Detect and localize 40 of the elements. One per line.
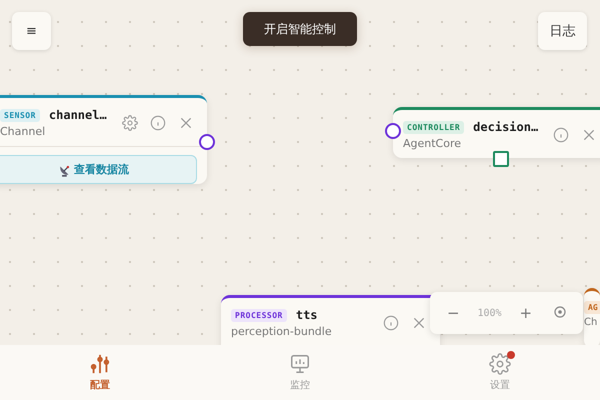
node-type-tag: PROCESSOR (231, 308, 287, 322)
nav-tab[interactable]: 配置 (0, 345, 200, 400)
node-subtitle: perception-bundle (231, 325, 333, 338)
close-icon (581, 127, 597, 143)
node-card[interactable]: PROCESSOR tts perception-bundle (221, 295, 440, 345)
node-subtitle: Ch (584, 317, 598, 328)
info-icon (150, 115, 166, 131)
output-port[interactable] (493, 151, 509, 167)
node-title: decision… (473, 120, 538, 134)
nav-tab[interactable]: 监控 (200, 345, 400, 400)
node-title: tts (296, 308, 318, 322)
node-type-tag: CONTROLLER (403, 120, 464, 134)
info-icon (553, 127, 569, 143)
settings-button[interactable] (119, 112, 141, 134)
node-card[interactable]: CONTROLLER decision… AgentCore (393, 107, 600, 158)
view-data-stream-button[interactable]: 查看数据流 (0, 155, 197, 184)
node-card[interactable]: AG Ch (584, 288, 600, 345)
zoom-out-button[interactable]: − (442, 304, 464, 322)
output-port[interactable] (199, 134, 215, 150)
settings-icon (489, 353, 511, 375)
close-icon (411, 315, 427, 331)
node-title: channel… (48, 108, 107, 122)
zoom-level: 100% (477, 308, 502, 318)
node-subtitle: AgentCore (403, 137, 462, 150)
node-type-tag: AG (584, 301, 600, 314)
input-port[interactable] (385, 123, 401, 139)
node-subtitle: Channel (0, 125, 46, 138)
target-icon (554, 306, 566, 318)
enable-smart-control-button[interactable]: 开启智能控制 (243, 12, 357, 46)
log-button[interactable]: 日志 (538, 12, 587, 50)
zoom-in-button[interactable]: + (516, 304, 536, 322)
info-icon (383, 315, 399, 331)
close-icon (178, 115, 194, 131)
settings-icon (122, 115, 138, 131)
menu-button[interactable]: ≡ (12, 12, 51, 50)
nav-tab[interactable]: 设置 (400, 345, 600, 400)
node-type-tag: SENSOR (0, 108, 40, 122)
node-card[interactable]: SENSOR channel… Channel 查看数据流 (0, 95, 207, 184)
sliders-icon (89, 353, 111, 375)
monitor-icon (289, 353, 311, 375)
